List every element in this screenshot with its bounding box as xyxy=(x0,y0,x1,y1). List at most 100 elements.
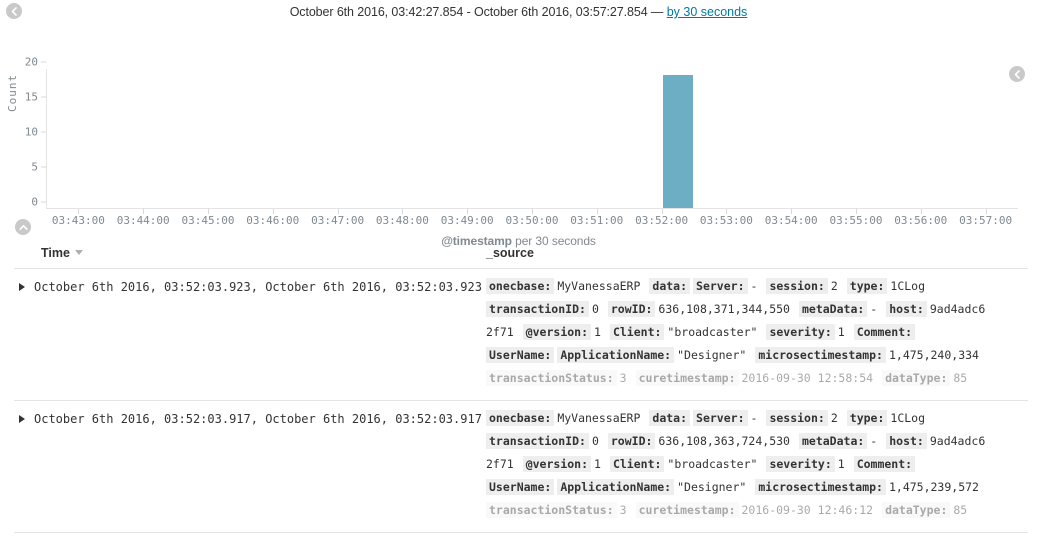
source-field-value: "Designer" xyxy=(677,480,747,494)
source-field-name: type: xyxy=(846,278,888,294)
source-field-name: Comment: xyxy=(853,324,916,340)
x-axis-tick-label: 03:54:00 xyxy=(764,214,818,227)
table-header-row: Time _source xyxy=(14,240,1028,269)
x-axis-tick-label: 03:46:00 xyxy=(246,214,300,227)
source-line: transactionStatus: 3 curetimestamp: 2016-09… xyxy=(486,367,1028,390)
histogram-bar[interactable] xyxy=(662,75,694,208)
cell-source: onecbase: MyVanessaERP data: Server: - sessio… xyxy=(486,400,1028,533)
timerange-bar: October 6th 2016, 03:42:27.854 - October… xyxy=(0,0,1037,22)
source-line: 2f71 @version: 1 Client: "broadcaster" severi… xyxy=(486,453,1028,476)
source-field-value: "broadcaster" xyxy=(667,457,758,471)
source-field-value: 2f71 xyxy=(486,457,514,471)
x-axis-tick-label: 03:57:00 xyxy=(959,214,1013,227)
source-field-name: onecbase: xyxy=(486,410,555,426)
source-line: transactionStatus: 3 curetimestamp: 2016-09… xyxy=(486,499,1028,522)
source-field-name: Client: xyxy=(609,324,665,340)
x-axis-tick-mark xyxy=(402,209,404,214)
cell-source: onecbase: MyVanessaERP data: Server: - sessio… xyxy=(486,268,1028,401)
source-field-value: - xyxy=(750,279,758,293)
source-field-value: 2 xyxy=(830,411,838,425)
y-axis-tick-label: 5 xyxy=(31,160,38,174)
table-row[interactable]: October 6th 2016, 03:52:03.923, October … xyxy=(14,268,1028,401)
source-field-value: 9ad4adc6 xyxy=(929,434,986,448)
x-axis-tick-mark xyxy=(143,209,145,214)
caret-right-icon[interactable] xyxy=(19,415,25,423)
source-line: 2f71 @version: 1 Client: "broadcaster" severi… xyxy=(486,321,1028,344)
x-axis-tick-label: 03:43:00 xyxy=(51,214,105,227)
row-expand-toggle[interactable] xyxy=(14,269,34,304)
source-field-name: curetimestamp: xyxy=(635,502,739,518)
row-expand-toggle[interactable] xyxy=(14,401,34,436)
source-field-name: UserName: xyxy=(486,347,555,363)
source-field-name: Comment: xyxy=(853,456,916,472)
x-axis-tick-label: 03:44:00 xyxy=(116,214,170,227)
chevron-left-circle-icon[interactable] xyxy=(6,3,22,19)
x-axis-tick-mark xyxy=(791,209,793,214)
source-field-value: "Designer" xyxy=(677,348,747,362)
y-axis-tick-label: 20 xyxy=(24,55,38,69)
source-field-value: 636,108,363,724,530 xyxy=(658,434,790,448)
source-field-value: 0 xyxy=(591,302,599,316)
source-field-value: 0 xyxy=(591,434,599,448)
documents-table: Time _source October 6th 2016, 03:52:03.… xyxy=(14,240,1028,533)
x-axis-tick-label: 03:52:00 xyxy=(635,214,689,227)
x-axis-tick-mark xyxy=(78,209,80,214)
source-line: UserName: ApplicationName: "Designer" micro… xyxy=(486,344,1028,367)
cell-time-group: October 6th 2016, 03:52:03.917, October … xyxy=(14,400,486,533)
x-axis-tick-label: 03:56:00 xyxy=(894,214,948,227)
source-field-value: 9ad4adc6 xyxy=(929,302,986,316)
timerange-text: October 6th 2016, 03:42:27.854 - October… xyxy=(289,5,667,19)
source-field-value: MyVanessaERP xyxy=(557,411,641,425)
source-field-name: ApplicationName: xyxy=(557,347,675,363)
cell-time: October 6th 2016, 03:52:03.923, October … xyxy=(34,280,482,294)
cell-time-group: October 6th 2016, 03:52:03.923, October … xyxy=(14,268,486,401)
source-field-name: microsectimestamp: xyxy=(755,347,886,363)
interval-link[interactable]: by 30 seconds xyxy=(667,5,748,19)
column-header-time[interactable]: Time xyxy=(14,240,486,269)
source-field-name: UserName: xyxy=(486,479,555,495)
source-field-value: 3 xyxy=(619,503,627,517)
y-axis-tick-label: 0 xyxy=(31,195,38,209)
source-field-value: 636,108,371,344,550 xyxy=(658,302,790,316)
x-axis-ticks: 03:43:00 03:44:00 03:45:00 03:46:00 03:47:00… xyxy=(46,209,1018,230)
x-axis-tick-mark xyxy=(661,209,663,214)
table-body: October 6th 2016, 03:52:03.923, October … xyxy=(14,268,1028,533)
source-field-name: rowID: xyxy=(607,301,656,317)
source-field-value: 85 xyxy=(953,371,968,385)
source-field-name: microsectimestamp: xyxy=(755,479,886,495)
source-field-name: Server: xyxy=(693,278,748,294)
x-axis-tick-mark xyxy=(985,209,987,214)
source-field-name: ApplicationName: xyxy=(557,479,675,495)
caret-right-icon[interactable] xyxy=(19,283,25,291)
source-field-value: "broadcaster" xyxy=(667,325,758,339)
x-axis-tick-mark xyxy=(596,209,598,214)
x-axis-tick-label: 03:49:00 xyxy=(440,214,494,227)
source-field-name: host: xyxy=(886,433,927,449)
source-line: transactionID: 0 rowID: 636,108,371,344,550… xyxy=(486,298,1028,321)
source-field-value: 1 xyxy=(594,325,601,339)
table-row[interactable]: October 6th 2016, 03:52:03.917, October … xyxy=(14,400,1028,533)
source-field-value: 1 xyxy=(837,325,845,339)
source-line: transactionID: 0 rowID: 636,108,363,724,530… xyxy=(486,430,1028,453)
column-header-time-label: Time xyxy=(41,246,70,260)
source-field-name: severity: xyxy=(766,324,835,340)
cell-time: October 6th 2016, 03:52:03.917, October … xyxy=(34,412,482,426)
source-field-value: - xyxy=(750,411,758,425)
y-axis-tick-label: 15 xyxy=(24,90,38,104)
source-field-value: 1,475,240,334 xyxy=(888,348,979,362)
source-field-name: transactionStatus: xyxy=(486,370,617,386)
chevron-up-circle-icon[interactable] xyxy=(15,219,31,235)
y-axis-tick-mark xyxy=(41,61,46,63)
x-axis-tick-mark xyxy=(920,209,922,214)
source-field-name: @version: xyxy=(522,456,592,472)
source-field-value: 1 xyxy=(837,457,845,471)
x-axis-tick-label: 03:47:00 xyxy=(311,214,365,227)
source-field-name: dataType: xyxy=(882,502,951,518)
x-axis-tick-mark xyxy=(208,209,209,214)
chevron-down-icon[interactable] xyxy=(74,250,83,255)
column-header-source[interactable]: _source xyxy=(486,240,1028,269)
source-field-value: 1,475,239,572 xyxy=(888,480,979,494)
source-field-value: 1CLog xyxy=(890,411,926,425)
source-field-name: rowID: xyxy=(607,433,656,449)
source-line: UserName: ApplicationName: "Designer" micro… xyxy=(486,476,1028,499)
